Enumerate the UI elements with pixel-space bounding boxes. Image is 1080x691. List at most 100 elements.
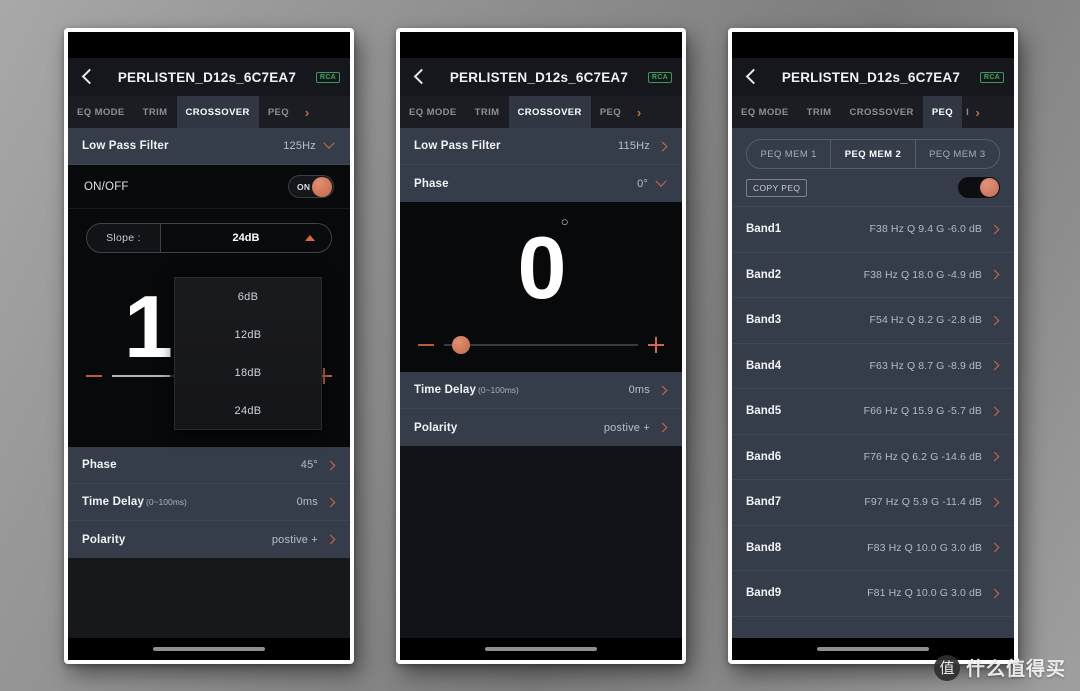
tab-scroll-right-icon[interactable]: › xyxy=(969,96,987,128)
chevron-right-icon[interactable] xyxy=(989,406,1000,417)
chevron-down-icon[interactable] xyxy=(323,137,335,149)
slope-value[interactable]: 24dB xyxy=(161,224,331,252)
back-arrow-icon[interactable] xyxy=(78,67,98,87)
tab-peq[interactable]: PEQ xyxy=(591,96,630,128)
row-onoff[interactable]: ON/OFF ON xyxy=(68,165,350,209)
phone1-tab-bar[interactable]: EQ MODE TRIM CROSSOVER PEQ › xyxy=(68,96,350,128)
chevron-right-icon[interactable] xyxy=(657,385,668,395)
phase-editor-panel: 0 ○ xyxy=(400,202,682,372)
status-bar xyxy=(400,32,682,58)
tab-trim[interactable]: TRIM xyxy=(466,96,509,128)
copy-peq-button[interactable]: COPY PEQ xyxy=(746,178,808,197)
tab-scroll-right-icon[interactable]: › xyxy=(630,96,648,128)
table-row[interactable]: Band6 F76 Hz Q 6.2 G -14.6 dB xyxy=(732,434,1014,480)
row-value: 115Hz xyxy=(618,140,650,152)
peq-mem-1-button[interactable]: PEQ MEM 1 xyxy=(747,140,830,168)
table-row[interactable]: Band9 F81 Hz Q 10.0 G 3.0 dB xyxy=(732,571,1014,617)
table-row[interactable]: Band4 F63 Hz Q 8.7 G -8.9 dB xyxy=(732,343,1014,389)
table-row[interactable]: Band3 F54 Hz Q 8.2 G -2.8 dB xyxy=(732,298,1014,344)
home-indicator[interactable] xyxy=(485,647,597,651)
tab-crossover[interactable]: CROSSOVER xyxy=(508,96,591,128)
tab-trim[interactable]: TRIM xyxy=(134,96,177,128)
band-label: Band5 xyxy=(746,405,782,418)
chevron-right-icon[interactable] xyxy=(325,497,336,507)
table-row[interactable]: Band5 F66 Hz Q 15.9 G -5.7 dB xyxy=(732,389,1014,435)
peq-memory-segmented-control[interactable]: PEQ MEM 1 PEQ MEM 2 PEQ MEM 3 xyxy=(746,139,1000,169)
tab-peq[interactable]: PEQ xyxy=(259,96,298,128)
tab-crossover[interactable]: CROSSOVER xyxy=(841,96,923,128)
plus-button-icon[interactable] xyxy=(648,337,664,353)
page-title: PERLISTEN_D12s_6C7EA7 xyxy=(449,69,629,85)
home-indicator[interactable] xyxy=(153,647,265,651)
row-label: Time Delay xyxy=(82,496,145,508)
tab-scroll-right-icon[interactable]: › xyxy=(298,96,316,128)
phone-mockup-2: PERLISTEN_D12s_6C7EA7 RCA EQ MODE TRIM C… xyxy=(396,28,686,664)
onoff-toggle[interactable]: ON xyxy=(288,175,334,198)
dropdown-option-18db[interactable]: 18dB xyxy=(175,354,321,392)
phase-slider-track[interactable] xyxy=(444,336,638,354)
peq-mem-3-button[interactable]: PEQ MEM 3 xyxy=(916,140,999,168)
row-low-pass-filter[interactable]: Low Pass Filter 125Hz xyxy=(68,128,350,165)
table-row[interactable]: Band8 F83 Hz Q 10.0 G 3.0 dB xyxy=(732,525,1014,571)
slope-dropdown-menu[interactable]: 6dB 12dB 18dB 24dB xyxy=(174,277,322,430)
slope-selector-wrap: Slope : 24dB xyxy=(68,209,350,253)
band-value: F76 Hz Q 6.2 G -14.6 dB xyxy=(863,450,982,463)
dropdown-option-6db[interactable]: 6dB xyxy=(175,278,321,316)
tab-trim[interactable]: TRIM xyxy=(798,96,841,128)
chevron-right-icon[interactable] xyxy=(989,542,1000,553)
chevron-right-icon[interactable] xyxy=(989,451,1000,462)
row-phase[interactable]: Phase 45° xyxy=(68,447,350,484)
phase-slider-row[interactable] xyxy=(418,334,664,356)
chevron-up-icon[interactable] xyxy=(305,235,315,241)
tab-crossover[interactable]: CROSSOVER xyxy=(176,96,259,128)
chevron-right-icon[interactable] xyxy=(989,588,1000,599)
minus-button-icon[interactable] xyxy=(86,375,102,377)
chevron-right-icon[interactable] xyxy=(989,269,1000,280)
chevron-right-icon[interactable] xyxy=(989,360,1000,371)
chevron-right-icon[interactable] xyxy=(325,460,336,470)
row-low-pass-filter[interactable]: Low Pass Filter 115Hz xyxy=(400,128,682,165)
table-row[interactable]: Band7 F97 Hz Q 5.9 G -11.4 dB xyxy=(732,480,1014,526)
chevron-right-icon[interactable] xyxy=(657,422,668,433)
chevron-down-icon[interactable] xyxy=(655,175,667,187)
dropdown-option-12db[interactable]: 12dB xyxy=(175,316,321,354)
phone2-navbar: PERLISTEN_D12s_6C7EA7 RCA xyxy=(400,58,682,96)
phone-mockup-3: PERLISTEN_D12s_6C7EA7 RCA EQ MODE TRIM C… xyxy=(728,28,1018,664)
tab-peq[interactable]: PEQ xyxy=(922,96,963,128)
row-phase[interactable]: Phase 0° xyxy=(400,165,682,202)
phone2-tab-bar[interactable]: EQ MODE TRIM CROSSOVER PEQ › xyxy=(400,96,682,128)
slope-selector[interactable]: Slope : 24dB xyxy=(86,223,332,253)
chevron-right-icon[interactable] xyxy=(657,141,668,151)
dropdown-option-24db[interactable]: 24dB xyxy=(175,392,321,430)
row-time-delay[interactable]: Time Delay (0~100ms) 0ms xyxy=(68,484,350,521)
peq-mem-2-button[interactable]: PEQ MEM 2 xyxy=(830,140,916,168)
home-indicator[interactable] xyxy=(817,647,929,651)
chevron-right-icon[interactable] xyxy=(989,497,1000,508)
band-value: F66 Hz Q 15.9 G -5.7 dB xyxy=(863,405,982,418)
band-value: F83 Hz Q 10.0 G 3.0 dB xyxy=(867,541,982,554)
row-polarity[interactable]: Polarity postive + xyxy=(400,409,682,446)
table-row[interactable]: Band2 F38 Hz Q 18.0 G -4.9 dB xyxy=(732,252,1014,298)
row-time-delay[interactable]: Time Delay (0~100ms) 0ms xyxy=(400,372,682,409)
tab-overflow-partial[interactable]: I xyxy=(962,96,969,128)
minus-button-icon[interactable] xyxy=(418,344,434,346)
band-label: Band3 xyxy=(746,314,782,327)
row-polarity[interactable]: Polarity postive + xyxy=(68,521,350,558)
tab-eq-mode[interactable]: EQ MODE xyxy=(732,96,798,128)
table-row[interactable]: Band1 F38 Hz Q 9.4 G -6.0 dB xyxy=(732,207,1014,253)
chevron-right-icon[interactable] xyxy=(989,224,1000,235)
phone2-screen: PERLISTEN_D12s_6C7EA7 RCA EQ MODE TRIM C… xyxy=(400,32,682,660)
back-arrow-icon[interactable] xyxy=(742,67,762,87)
phone3-tab-bar[interactable]: EQ MODE TRIM CROSSOVER PEQ I › xyxy=(732,96,1014,128)
back-arrow-icon[interactable] xyxy=(410,67,430,87)
phone1-screen: PERLISTEN_D12s_6C7EA7 RCA EQ MODE TRIM C… xyxy=(68,32,350,660)
band-value: F97 Hz Q 5.9 G -11.4 dB xyxy=(864,496,982,509)
slider-thumb[interactable] xyxy=(451,336,470,354)
tab-eq-mode[interactable]: EQ MODE xyxy=(68,96,134,128)
row-label: Time Delay xyxy=(414,384,477,396)
row-value: 45° xyxy=(300,459,318,471)
peq-enable-toggle[interactable] xyxy=(958,177,1000,198)
tab-eq-mode[interactable]: EQ MODE xyxy=(400,96,466,128)
chevron-right-icon[interactable] xyxy=(325,534,336,545)
chevron-right-icon[interactable] xyxy=(989,315,1000,326)
